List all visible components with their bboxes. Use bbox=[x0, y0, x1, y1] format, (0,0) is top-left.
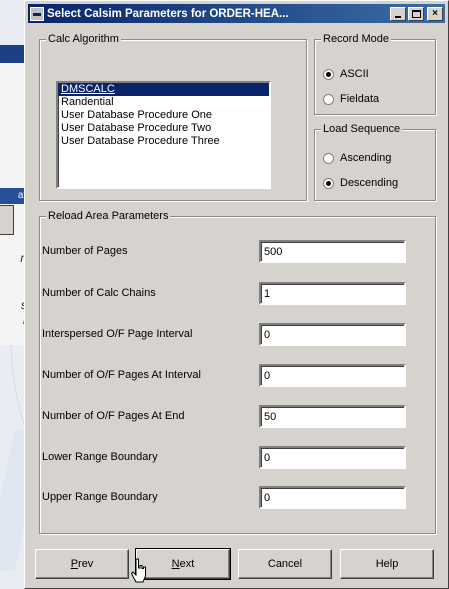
cancel-button[interactable]: Cancel bbox=[238, 549, 332, 579]
of-pages-at-interval-field[interactable] bbox=[259, 364, 406, 387]
interspersed-of-page-interval-label: Interspersed O/F Page Interval bbox=[42, 328, 193, 340]
maximize-icon bbox=[412, 9, 421, 18]
radio-unchecked-icon bbox=[323, 152, 334, 164]
upper-range-boundary-field[interactable] bbox=[259, 486, 406, 509]
number-of-pages-field[interactable] bbox=[259, 240, 406, 263]
calc-algorithm-label: Calc Algorithm bbox=[46, 33, 121, 46]
radio-label: ASCII bbox=[340, 68, 369, 80]
load-sequence-label: Load Sequence bbox=[321, 123, 403, 136]
calc-algorithm-list[interactable]: DMSCALC Randential User Database Procedu… bbox=[56, 81, 271, 189]
radio-unchecked-icon bbox=[323, 93, 334, 105]
lower-range-boundary-label: Lower Range Boundary bbox=[42, 451, 158, 463]
number-of-calc-chains-label: Number of Calc Chains bbox=[42, 287, 156, 299]
list-item-procedure-three[interactable]: User Database Procedure Three bbox=[58, 135, 269, 148]
lower-range-boundary-field[interactable] bbox=[259, 446, 406, 469]
record-mode-fieldata-radio[interactable]: Fieldata bbox=[323, 93, 379, 105]
next-label: ext bbox=[179, 557, 195, 570]
of-pages-at-interval-label: Number of O/F Pages At Interval bbox=[42, 369, 201, 381]
prev-mnemonic: P bbox=[70, 557, 79, 570]
number-of-calc-chains-field[interactable] bbox=[259, 282, 406, 305]
hand-cursor-icon bbox=[130, 558, 146, 583]
minimize-icon bbox=[395, 15, 401, 18]
load-sequence-descending-radio[interactable]: Descending bbox=[323, 177, 398, 189]
list-item-procedure-one[interactable]: User Database Procedure One bbox=[58, 109, 269, 122]
radio-label: Fieldata bbox=[340, 93, 380, 105]
number-of-pages-label: Number of Pages bbox=[42, 245, 128, 257]
close-icon: × bbox=[432, 7, 438, 19]
minimize-button[interactable] bbox=[390, 6, 406, 21]
list-item-procedure-two[interactable]: User Database Procedure Two bbox=[58, 122, 269, 135]
record-mode-ascii-radio[interactable]: ASCII bbox=[323, 68, 369, 80]
of-pages-at-end-field[interactable] bbox=[259, 405, 406, 428]
of-pages-at-end-label: Number of O/F Pages At End bbox=[42, 410, 185, 422]
background-button[interactable] bbox=[0, 205, 14, 235]
list-item-dmscalc[interactable]: DMSCALC bbox=[58, 83, 269, 96]
dialog-title-bar[interactable]: Select Calsim Parameters for ORDER-HEA..… bbox=[28, 4, 445, 23]
radio-checked-icon bbox=[323, 177, 334, 189]
maximize-button[interactable] bbox=[408, 6, 424, 21]
record-mode-label: Record Mode bbox=[321, 33, 392, 46]
select-calsim-parameters-dialog: Select Calsim Parameters for ORDER-HEA..… bbox=[24, 0, 449, 589]
upper-range-boundary-label: Upper Range Boundary bbox=[42, 491, 158, 503]
radio-checked-icon bbox=[323, 68, 334, 80]
help-button[interactable]: Help bbox=[340, 549, 434, 579]
load-sequence-group: Load Sequence bbox=[314, 123, 436, 201]
interspersed-of-page-interval-field[interactable] bbox=[259, 323, 406, 346]
prev-label: rev bbox=[78, 557, 94, 570]
prev-button[interactable]: Prev bbox=[35, 549, 129, 579]
next-mnemonic: N bbox=[171, 557, 180, 570]
list-item-randential[interactable]: Randential bbox=[58, 96, 269, 109]
app-icon[interactable] bbox=[30, 6, 44, 21]
dialog-title: Select Calsim Parameters for ORDER-HEA..… bbox=[47, 7, 289, 20]
reload-area-label: Reload Area Parameters bbox=[46, 210, 171, 223]
next-button[interactable]: Next bbox=[135, 548, 231, 580]
radio-label: Descending bbox=[340, 177, 399, 189]
radio-label: Ascending bbox=[340, 152, 392, 164]
close-button[interactable]: × bbox=[427, 6, 443, 21]
load-sequence-ascending-radio[interactable]: Ascending bbox=[323, 152, 391, 164]
